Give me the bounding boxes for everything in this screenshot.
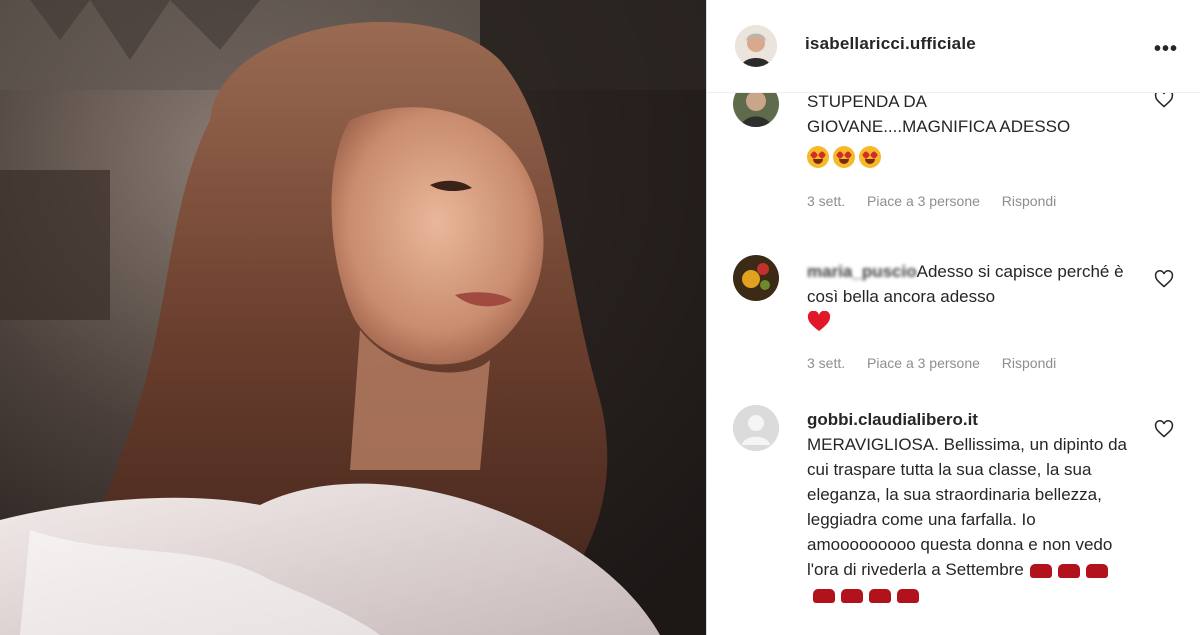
red-heart-emoji-icon <box>807 310 831 331</box>
comments-list: rivesbertoldo STUPENDA DA GIOVANE....MAG… <box>707 93 1200 635</box>
reply-button[interactable]: Rispondi <box>1002 355 1056 371</box>
comment-meta: 3 sett. Piace a 3 persone Rispondi <box>807 193 1074 209</box>
heart-outline-icon[interactable] <box>1154 419 1174 439</box>
comment-time[interactable]: 3 sett. <box>807 355 845 371</box>
reply-button[interactable]: Rispondi <box>1002 193 1056 209</box>
heart-outline-icon[interactable] <box>1154 93 1174 109</box>
star-struck-emoji-icon <box>859 145 881 168</box>
star-struck-emoji-icon <box>833 145 855 168</box>
more-options-icon[interactable]: ••• <box>1154 38 1178 61</box>
car-emoji-icon <box>841 588 863 603</box>
default-avatar-icon <box>733 405 779 451</box>
comment-text-block: rivesbertoldo STUPENDA DA GIOVANE....MAG… <box>807 93 1137 168</box>
comment-time[interactable]: 3 sett. <box>807 193 845 209</box>
comment-text-block: gobbi.claudialibero.it MERAVIGLIOSA. Bel… <box>807 407 1137 607</box>
car-emoji-icon <box>1085 563 1108 578</box>
comment-likes[interactable]: Piace a 3 persone <box>867 355 980 371</box>
avatar-icon <box>735 25 777 67</box>
comment-meta: 3 sett. Piace a 3 persone Rispondi <box>807 355 1074 371</box>
car-emoji-icon <box>897 588 919 603</box>
heart-outline-icon[interactable] <box>1154 269 1174 289</box>
comment-username[interactable]: maria_puscio <box>807 262 917 281</box>
car-emoji-icon <box>1029 563 1052 578</box>
emoji-row <box>807 310 1137 340</box>
commenter-avatar[interactable] <box>733 255 779 301</box>
star-struck-emoji-icon <box>807 145 829 168</box>
emoji-row <box>807 143 1137 168</box>
profile-avatar[interactable] <box>735 25 777 67</box>
post-photo-image <box>0 0 706 635</box>
post-header: isabellaricci.ufficiale ••• <box>707 0 1200 93</box>
comment-likes[interactable]: Piace a 3 persone <box>867 193 980 209</box>
commenter-avatar[interactable] <box>733 93 779 127</box>
post-username[interactable]: isabellaricci.ufficiale <box>805 34 976 54</box>
comments-panel: isabellaricci.ufficiale ••• rivesbertold… <box>707 0 1200 635</box>
comment-body: MERAVIGLIOSA. Bellissima, un dipinto da … <box>807 432 1127 607</box>
post-photo[interactable] <box>0 0 706 635</box>
comment-body-text: MERAVIGLIOSA. Bellissima, un dipinto da … <box>807 435 1127 579</box>
commenter-avatar[interactable] <box>733 405 779 451</box>
comment-text-block: maria_puscioAdesso si capisce perché è c… <box>807 259 1137 340</box>
car-emoji-icon <box>869 588 891 603</box>
car-emoji-icon <box>813 588 835 603</box>
comment-body: STUPENDA DA GIOVANE....MAGNIFICA ADESSO <box>807 93 1071 136</box>
avatar-icon <box>733 93 779 127</box>
comment-username[interactable]: gobbi.claudialibero.it <box>807 407 1137 432</box>
car-emoji-icon <box>1057 563 1080 578</box>
avatar-icon <box>733 255 779 301</box>
